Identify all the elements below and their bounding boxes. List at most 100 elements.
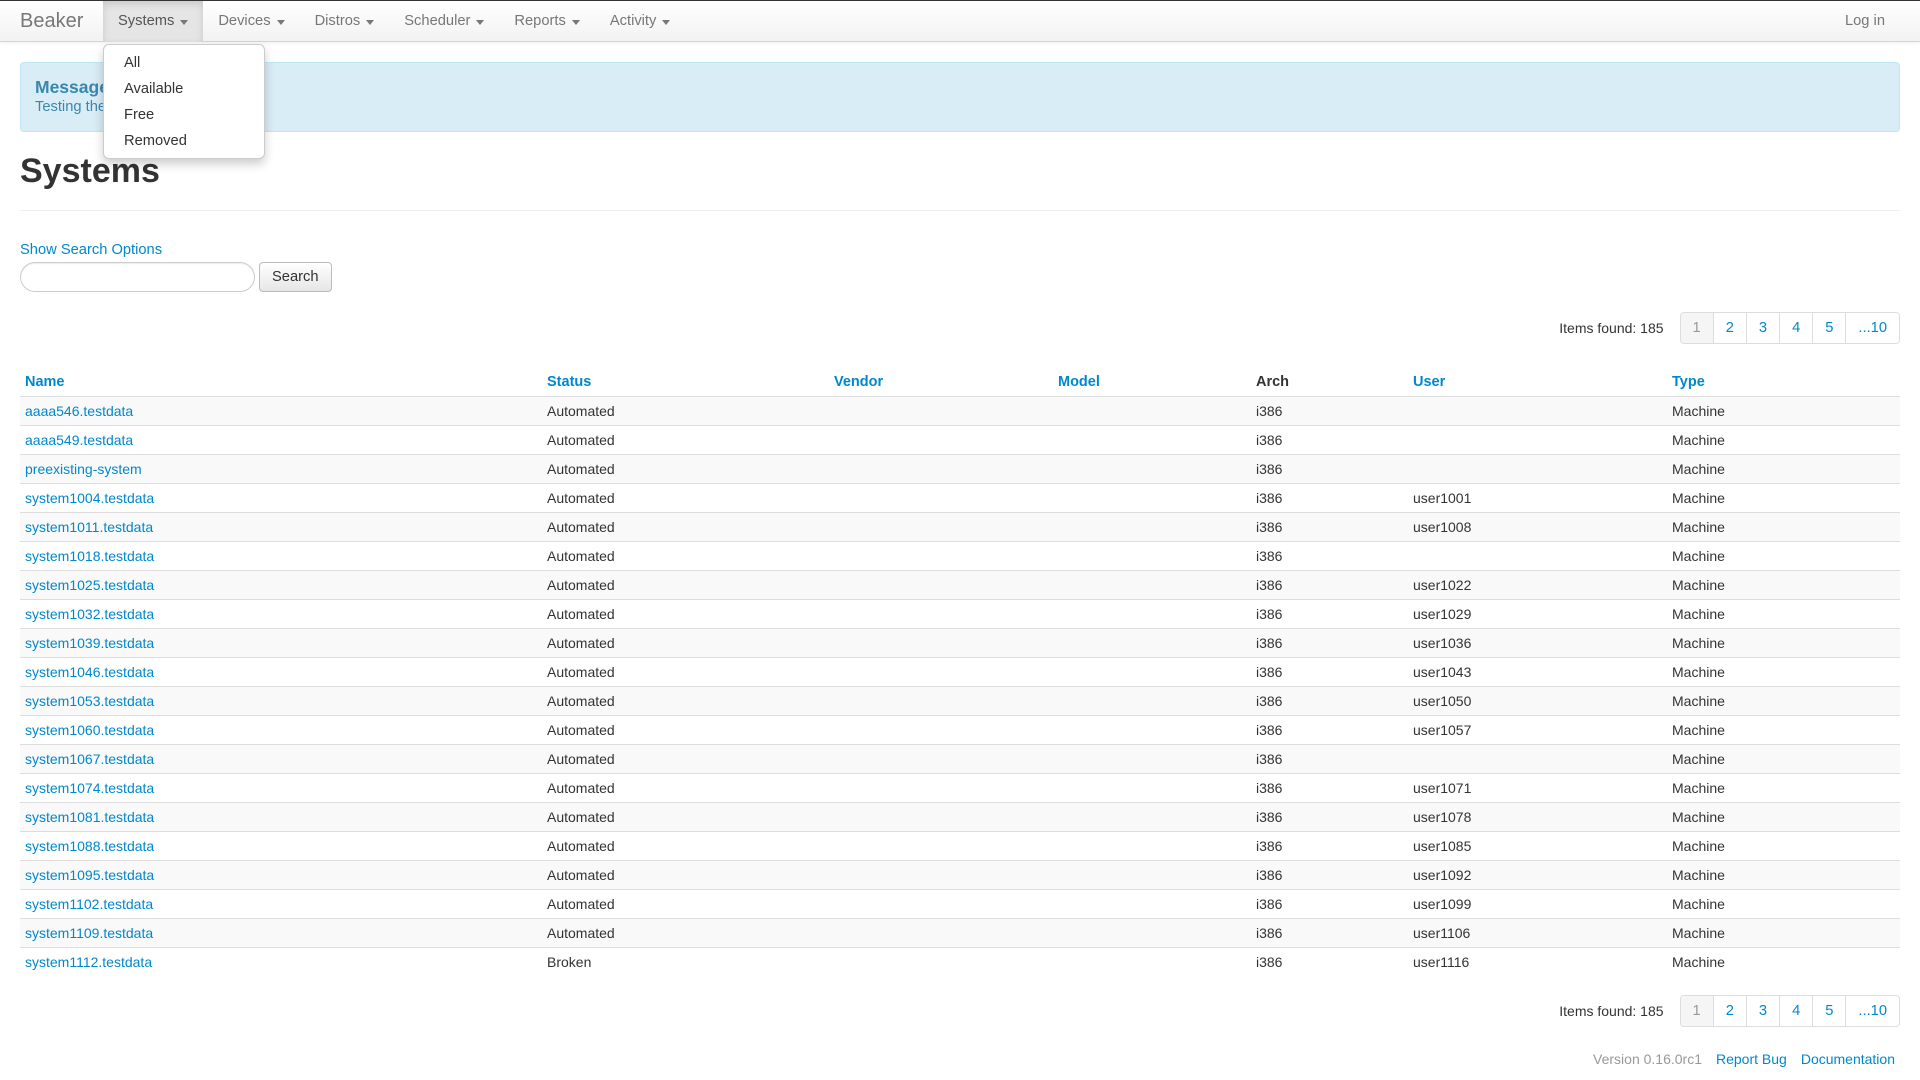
brand-logo[interactable]: Beaker (20, 1, 83, 42)
page-link-2[interactable]: 2 (1712, 996, 1746, 1026)
system-name-link[interactable]: system1109.testdata (25, 925, 153, 941)
cell-status: Automated (542, 598, 829, 628)
cell-type: Machine (1667, 830, 1900, 860)
system-name-link[interactable]: system1112.testdata (25, 954, 152, 970)
system-name-link[interactable]: aaaa546.testdata (25, 403, 133, 419)
system-name-link[interactable]: system1060.testdata (25, 722, 154, 738)
cell-vendor (829, 511, 1053, 541)
cell-user (1408, 540, 1667, 570)
cell-user: user1057 (1408, 714, 1667, 744)
table-header-row: Name Status Vendor Model Arch User Type (20, 367, 1900, 397)
search-button[interactable]: Search (259, 262, 332, 292)
cell-name: system1025.testdata (20, 569, 542, 599)
documentation-link[interactable]: Documentation (1801, 1051, 1895, 1067)
system-name-link[interactable]: aaaa549.testdata (25, 432, 133, 448)
cell-name: system1074.testdata (20, 772, 542, 802)
system-name-link[interactable]: system1025.testdata (25, 577, 154, 593)
table-row: system1011.testdata Automated i386 user1008… (20, 511, 1900, 541)
system-name-link[interactable]: system1039.testdata (25, 635, 154, 651)
system-name-link[interactable]: system1011.testdata (25, 519, 153, 535)
page-link-3[interactable]: 3 (1745, 996, 1780, 1026)
page-link-2[interactable]: 2 (1712, 313, 1746, 343)
table-row: system1025.testdata Automated i386 user1022… (20, 569, 1900, 599)
column-header-vendor[interactable]: Vendor (829, 367, 1053, 397)
dropdown-item-available[interactable]: Available (104, 76, 264, 102)
system-name-link[interactable]: preexisting-system (25, 461, 142, 477)
cell-name: system1102.testdata (20, 888, 542, 918)
cell-name: system1004.testdata (20, 482, 542, 512)
system-name-link[interactable]: system1102.testdata (25, 896, 153, 912)
cell-name: system1109.testdata (20, 917, 542, 947)
cell-user: user1106 (1408, 917, 1667, 947)
cell-name: system1112.testdata (20, 946, 542, 976)
system-name-link[interactable]: system1032.testdata (25, 606, 154, 622)
dropdown-item-all[interactable]: All (104, 50, 264, 76)
nav-activity[interactable]: Activity (595, 1, 686, 42)
nav-devices[interactable]: Devices (203, 1, 299, 42)
page-header: Systems (20, 150, 1900, 211)
column-header-status[interactable]: Status (542, 367, 829, 397)
cell-vendor (829, 482, 1053, 512)
cell-model (1053, 917, 1251, 947)
column-header-type[interactable]: Type (1667, 367, 1900, 397)
table-row: aaaa549.testdata Automated i386 Machine (20, 424, 1900, 454)
column-header-model[interactable]: Model (1053, 367, 1251, 397)
page-link-1[interactable]: 1 (1680, 313, 1713, 343)
cell-user: user1092 (1408, 859, 1667, 889)
page-link-4[interactable]: 4 (1779, 996, 1813, 1026)
system-name-link[interactable]: system1046.testdata (25, 664, 154, 680)
cell-vendor (829, 801, 1053, 831)
system-name-link[interactable]: system1067.testdata (25, 751, 154, 767)
cell-vendor (829, 888, 1053, 918)
login-link[interactable]: Log in (1845, 1, 1885, 42)
page-link-5[interactable]: 5 (1812, 313, 1846, 343)
dropdown-item-removed[interactable]: Removed (104, 128, 264, 154)
cell-model (1053, 627, 1251, 657)
cell-name: system1081.testdata (20, 801, 542, 831)
system-name-link[interactable]: system1095.testdata (25, 867, 154, 883)
table-row: system1053.testdata Automated i386 user1050… (20, 685, 1900, 715)
cell-model (1053, 801, 1251, 831)
system-name-link[interactable]: system1088.testdata (25, 838, 154, 854)
cell-user: user1043 (1408, 656, 1667, 686)
system-name-link[interactable]: system1053.testdata (25, 693, 154, 709)
table-row: system1081.testdata Automated i386 user1078… (20, 801, 1900, 831)
cell-type: Machine (1667, 917, 1900, 947)
page-link-1[interactable]: 1 (1680, 996, 1713, 1026)
cell-model (1053, 946, 1251, 976)
cell-model (1053, 859, 1251, 889)
systems-dropdown-menu: All Available Free Removed (103, 44, 265, 159)
page-link-last[interactable]: ...10 (1845, 313, 1899, 343)
system-name-link[interactable]: system1018.testdata (25, 548, 154, 564)
cell-user: user1022 (1408, 569, 1667, 599)
nav-reports[interactable]: Reports (499, 1, 594, 42)
report-bug-link[interactable]: Report Bug (1716, 1051, 1787, 1067)
page-link-5[interactable]: 5 (1812, 996, 1846, 1026)
cell-model (1053, 453, 1251, 483)
nav-systems[interactable]: Systems (103, 1, 204, 42)
page-link-3[interactable]: 3 (1745, 313, 1780, 343)
cell-arch: i386 (1251, 917, 1408, 947)
column-header-user[interactable]: User (1408, 367, 1667, 397)
pagination: 1 2 3 4 5 ...10 (1679, 995, 1900, 1027)
table-row: system1067.testdata Automated i386 Machine (20, 743, 1900, 773)
cell-user: user1116 (1408, 946, 1667, 976)
page-link-4[interactable]: 4 (1779, 313, 1813, 343)
cell-vendor (829, 627, 1053, 657)
column-header-name[interactable]: Name (20, 367, 542, 397)
dropdown-item-free[interactable]: Free (104, 102, 264, 128)
system-name-link[interactable]: system1081.testdata (25, 809, 154, 825)
system-name-link[interactable]: system1004.testdata (25, 490, 154, 506)
page-link-last[interactable]: ...10 (1845, 996, 1899, 1026)
cell-type: Machine (1667, 743, 1900, 773)
search-input[interactable] (20, 262, 255, 292)
system-name-link[interactable]: system1074.testdata (25, 780, 154, 796)
cell-arch: i386 (1251, 395, 1408, 425)
nav-distros[interactable]: Distros (300, 1, 390, 42)
footer: Version 0.16.0rc1 Report Bug Documentati… (1593, 1051, 1895, 1067)
show-search-options-link[interactable]: Show Search Options (20, 242, 162, 258)
cell-vendor (829, 917, 1053, 947)
nav-scheduler[interactable]: Scheduler (389, 1, 499, 42)
cell-user: user1078 (1408, 801, 1667, 831)
cell-type: Machine (1667, 801, 1900, 831)
